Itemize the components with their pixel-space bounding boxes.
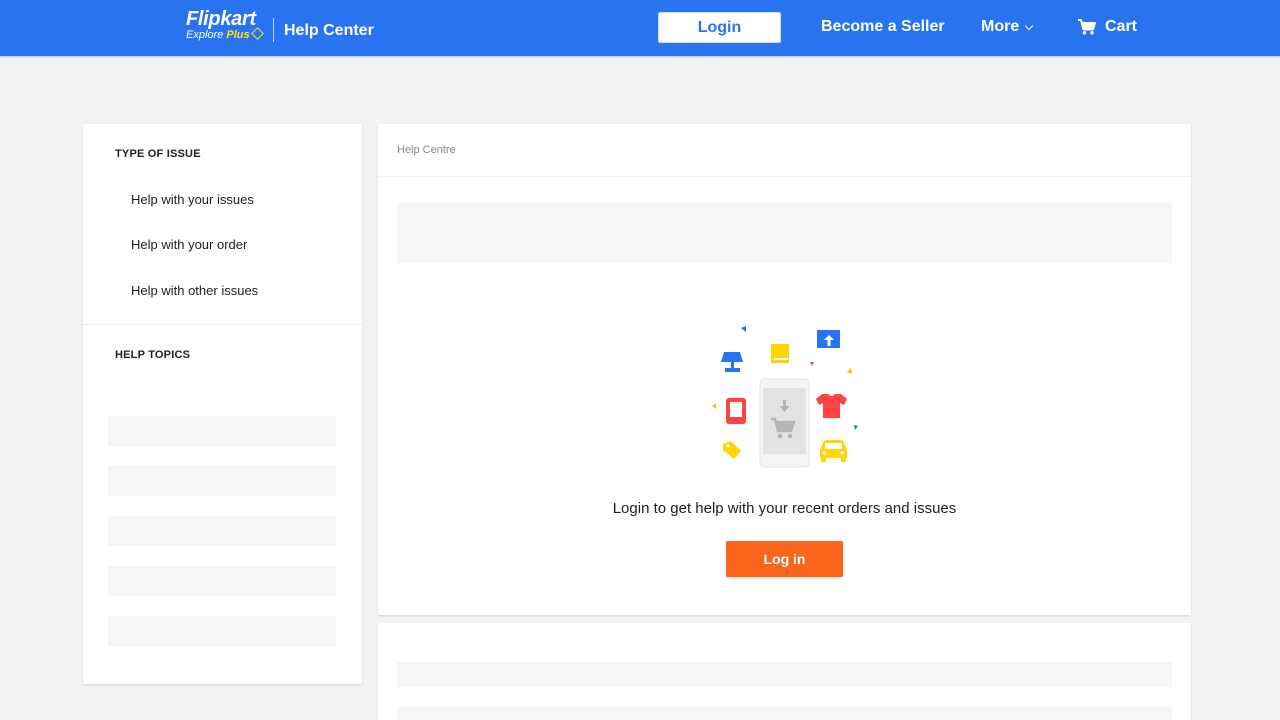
car-icon: [820, 440, 847, 462]
header-divider: [273, 18, 274, 42]
cart-link[interactable]: Cart: [1078, 18, 1137, 36]
lamp-icon: [721, 352, 743, 372]
topic-placeholder: [108, 466, 336, 496]
more-label: More: [981, 18, 1020, 35]
sidebar-item-other-issues[interactable]: Help with other issues: [131, 283, 258, 298]
logo-sub-plus: Plus: [226, 29, 250, 41]
cart-label: Cart: [1105, 18, 1138, 35]
tshirt-icon: [816, 394, 847, 418]
chevron-down-icon: [1024, 21, 1034, 30]
sidebar-item-issues[interactable]: Help with your issues: [131, 192, 254, 207]
banner-placeholder: [397, 203, 1172, 263]
logo-sub-explore: Explore: [186, 29, 224, 41]
log-in-button[interactable]: Log in: [726, 541, 843, 577]
triangle-icon: [854, 425, 858, 430]
help-sidebar: TYPE OF ISSUE Help with your issues Help…: [83, 124, 362, 684]
lower-card: [378, 623, 1191, 720]
help-main-card: Help Centre Login to get help with your …: [378, 124, 1191, 615]
topic-placeholder: [108, 516, 336, 546]
triangle-icon: [712, 403, 716, 409]
triangle-icon: [741, 326, 746, 332]
plus-icon: [250, 27, 264, 40]
sidebar-item-order[interactable]: Help with your order: [131, 237, 247, 252]
card-divider: [378, 176, 1191, 177]
login-prompt-text: Login to get help with your recent order…: [612, 500, 957, 517]
cart-icon: [1078, 19, 1096, 35]
more-menu[interactable]: More: [981, 18, 1034, 36]
logo-subtitle: Explore Plus: [186, 27, 264, 42]
login-button[interactable]: Login: [658, 12, 781, 43]
triangle-icon: [847, 368, 852, 374]
sidebar-divider: [83, 324, 362, 325]
type-of-issue-heading: TYPE OF ISSUE: [115, 148, 201, 160]
help-topics-heading: HELP TOPICS: [115, 349, 191, 361]
phone-icon: [726, 398, 746, 424]
tag-icon: [723, 441, 741, 459]
topic-placeholder: [108, 566, 336, 596]
triangle-icon: [810, 362, 814, 366]
topic-placeholder: [108, 616, 336, 646]
become-seller-link[interactable]: Become a Seller: [821, 18, 945, 36]
logo-text: Flipkart: [186, 8, 256, 30]
top-nav-bar: Flipkart Explore Plus Help Center Login …: [0, 0, 1280, 56]
topic-placeholder: [108, 416, 336, 446]
flipkart-logo[interactable]: Flipkart Explore Plus: [186, 8, 264, 42]
content-placeholder: [397, 662, 1172, 687]
breadcrumb[interactable]: Help Centre: [397, 144, 456, 156]
login-illustration: [712, 326, 858, 468]
upload-icon: [817, 330, 840, 348]
book-icon: [771, 344, 789, 363]
page-title: Help Center: [284, 22, 374, 39]
content-placeholder: [397, 707, 1172, 720]
